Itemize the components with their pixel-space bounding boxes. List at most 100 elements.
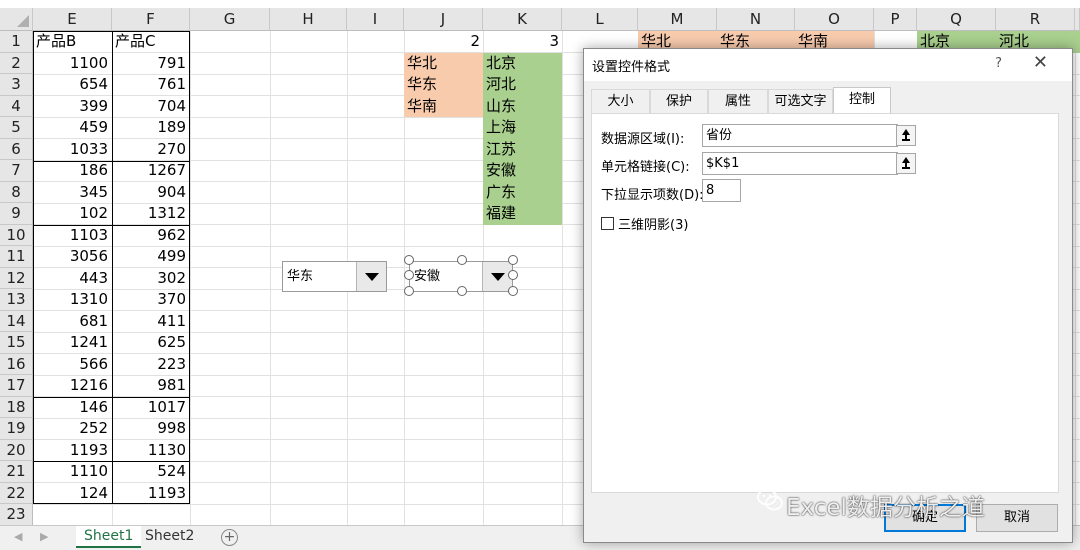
resize-handle-s[interactable] xyxy=(457,286,467,296)
close-icon[interactable]: ✕ xyxy=(1033,52,1048,73)
tab-protection[interactable]: 保护 xyxy=(650,89,708,114)
cell-f12[interactable]: 302 xyxy=(112,268,189,290)
cell-e13[interactable]: 1310 xyxy=(33,289,111,311)
cell-f8[interactable]: 904 xyxy=(112,182,189,204)
cell-e17[interactable]: 1216 xyxy=(33,375,111,397)
cell-k8[interactable]: 广东 xyxy=(483,181,562,203)
cell-j3[interactable]: 华东 xyxy=(404,74,483,96)
cell-f17[interactable]: 981 xyxy=(112,375,189,397)
tab-alt-text[interactable]: 可选文字 xyxy=(768,89,833,114)
row-header-6[interactable]: 6 xyxy=(0,138,33,160)
cell-f13[interactable]: 370 xyxy=(112,289,189,311)
cell-e19[interactable]: 252 xyxy=(33,418,111,440)
col-header-o[interactable]: O xyxy=(795,8,874,31)
cell-k5[interactable]: 上海 xyxy=(483,117,562,139)
cell-e10[interactable]: 1103 xyxy=(33,225,111,247)
col-header-f[interactable]: F xyxy=(112,8,190,31)
tab-nav-prev-icon[interactable]: ◀ xyxy=(14,530,22,543)
sheet-tab-sheet1[interactable]: Sheet1 xyxy=(76,526,142,548)
source-range-collapse-button[interactable] xyxy=(896,125,916,146)
cell-e2[interactable]: 1100 xyxy=(33,53,111,75)
row-header-21[interactable]: 21 xyxy=(0,461,33,483)
cell-e22[interactable]: 124 xyxy=(33,483,111,505)
cell-f10[interactable]: 962 xyxy=(112,225,189,247)
col-header-i[interactable]: I xyxy=(347,8,404,31)
cell-f9[interactable]: 1312 xyxy=(112,203,189,225)
resize-handle-e[interactable] xyxy=(508,270,518,280)
col-header-m[interactable]: M xyxy=(638,8,717,31)
cell-f7[interactable]: 1267 xyxy=(112,160,189,182)
row-header-20[interactable]: 20 xyxy=(0,439,33,461)
row-header-14[interactable]: 14 xyxy=(0,310,33,332)
cell-f20[interactable]: 1130 xyxy=(112,440,189,462)
col-header-p[interactable]: P xyxy=(874,8,917,31)
row-header-3[interactable]: 3 xyxy=(0,74,33,96)
tab-control[interactable]: 控制 xyxy=(833,87,891,114)
cell-e4[interactable]: 399 xyxy=(33,96,111,118)
col-header-k[interactable]: K xyxy=(483,8,562,31)
cell-e18[interactable]: 146 xyxy=(33,397,111,419)
row-header-11[interactable]: 11 xyxy=(0,246,33,268)
region-combo[interactable]: 华东 xyxy=(282,261,387,292)
cell-f18[interactable]: 1017 xyxy=(112,397,189,419)
col-header-r[interactable]: R xyxy=(996,8,1075,31)
cell-e5[interactable]: 459 xyxy=(33,117,111,139)
row-header-16[interactable]: 16 xyxy=(0,353,33,375)
cell-f15[interactable]: 625 xyxy=(112,332,189,354)
row-header-17[interactable]: 17 xyxy=(0,375,33,397)
cell-k9[interactable]: 福建 xyxy=(483,203,562,225)
cell-f1[interactable]: 产品C xyxy=(112,31,190,53)
cell-e9[interactable]: 102 xyxy=(33,203,111,225)
row-header-22[interactable]: 22 xyxy=(0,482,33,504)
cell-f6[interactable]: 270 xyxy=(112,139,189,161)
cell-k6[interactable]: 江苏 xyxy=(483,138,562,160)
cell-e12[interactable]: 443 xyxy=(33,268,111,290)
tab-size[interactable]: 大小 xyxy=(591,89,650,114)
row-header-13[interactable]: 13 xyxy=(0,289,33,311)
col-header-n[interactable]: N xyxy=(717,8,795,31)
col-header-h[interactable]: H xyxy=(270,8,347,31)
region-dropdown-button[interactable] xyxy=(356,262,386,291)
cell-e21[interactable]: 1110 xyxy=(33,461,111,483)
help-icon[interactable]: ? xyxy=(995,56,1002,71)
cell-f14[interactable]: 411 xyxy=(112,311,189,333)
col-header-j[interactable]: J xyxy=(404,8,483,31)
row-header-15[interactable]: 15 xyxy=(0,332,33,354)
cell-k7[interactable]: 安徽 xyxy=(483,160,562,182)
resize-handle-n[interactable] xyxy=(457,255,467,265)
resize-handle-sw[interactable] xyxy=(404,286,414,296)
row-header-12[interactable]: 12 xyxy=(0,267,33,289)
cell-j4[interactable]: 华南 xyxy=(404,95,483,117)
source-range-input[interactable]: 省份 xyxy=(702,124,898,147)
row-header-4[interactable]: 4 xyxy=(0,95,33,117)
select-all-corner[interactable] xyxy=(0,8,33,31)
row-header-5[interactable]: 5 xyxy=(0,117,33,139)
cell-f19[interactable]: 998 xyxy=(112,418,189,440)
dropdown-lines-input[interactable]: 8 xyxy=(702,179,741,202)
cell-f2[interactable]: 791 xyxy=(112,53,189,75)
cell-e7[interactable]: 186 xyxy=(33,160,111,182)
cell-k1[interactable]: 3 xyxy=(483,31,562,53)
cell-f21[interactable]: 524 xyxy=(112,461,189,483)
row-header-2[interactable]: 2 xyxy=(0,52,33,74)
resize-handle-nw[interactable] xyxy=(404,255,414,265)
cell-f4[interactable]: 704 xyxy=(112,96,189,118)
cell-k2[interactable]: 北京 xyxy=(483,52,562,74)
row-header-9[interactable]: 9 xyxy=(0,203,33,225)
dialog-titlebar[interactable]: 设置控件格式 ? ✕ xyxy=(584,49,1072,81)
resize-handle-w[interactable] xyxy=(404,270,414,280)
cell-e11[interactable]: 3056 xyxy=(33,246,111,268)
resize-handle-ne[interactable] xyxy=(508,255,518,265)
3d-shading-checkbox[interactable] xyxy=(601,217,614,230)
col-header-q[interactable]: Q xyxy=(917,8,996,31)
cell-e16[interactable]: 566 xyxy=(33,354,111,376)
cell-e1[interactable]: 产品B xyxy=(33,31,112,53)
add-sheet-icon[interactable]: + xyxy=(221,529,238,546)
row-header-18[interactable]: 18 xyxy=(0,396,33,418)
col-header-g[interactable]: G xyxy=(190,8,270,31)
row-header-7[interactable]: 7 xyxy=(0,160,33,182)
row-header-23[interactable]: 23 xyxy=(0,504,33,526)
col-header-e[interactable]: E xyxy=(33,8,112,31)
cell-link-collapse-button[interactable] xyxy=(896,153,916,174)
cell-f16[interactable]: 223 xyxy=(112,354,189,376)
